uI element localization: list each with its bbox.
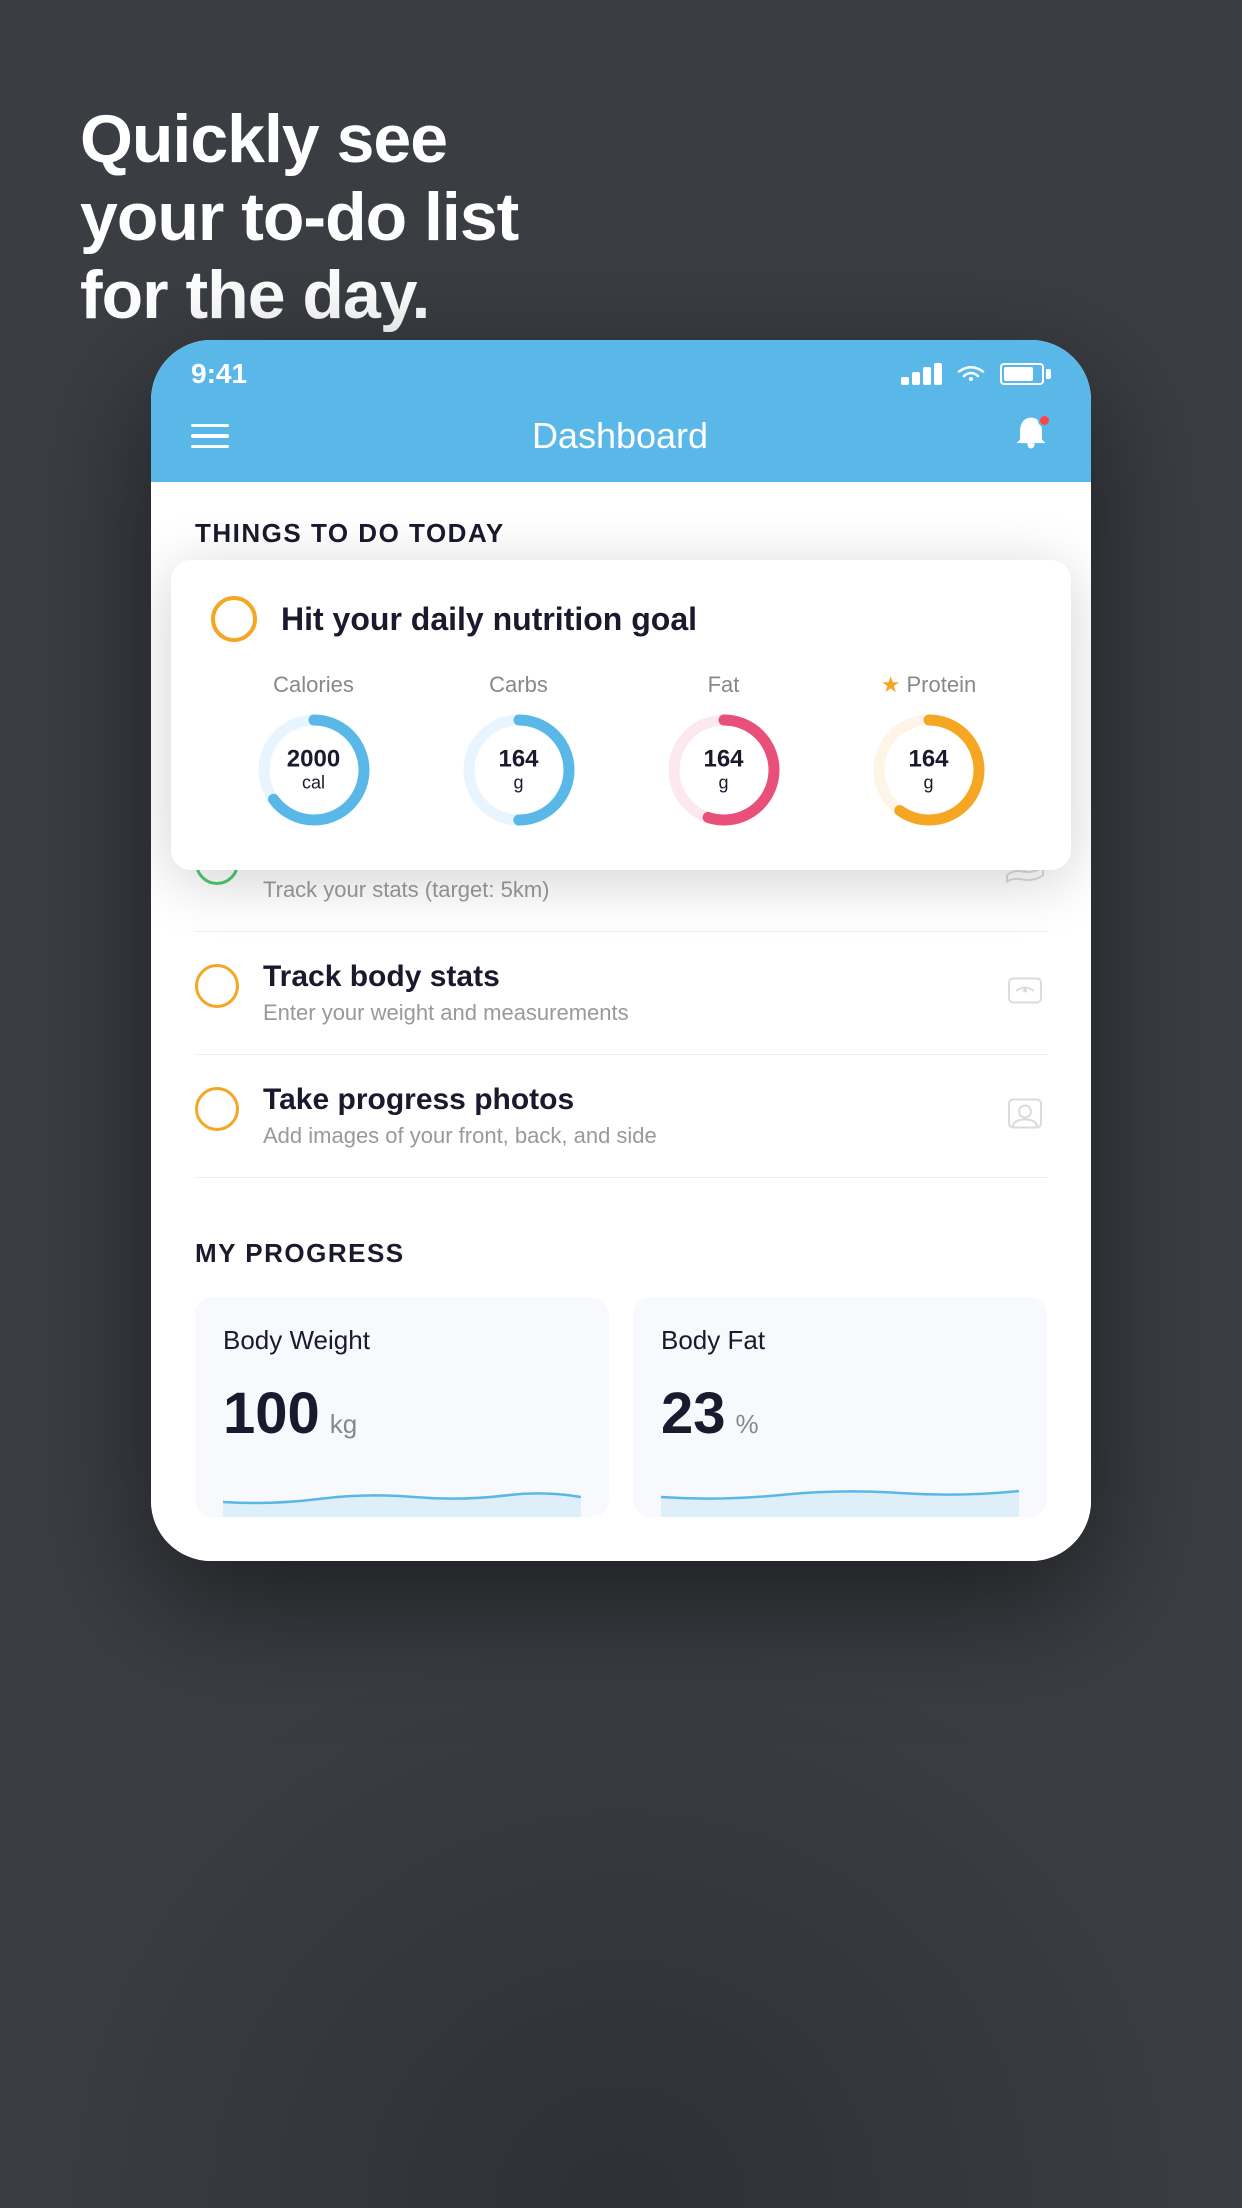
battery-icon	[1000, 363, 1051, 385]
body-fat-card: Body Fat 23 %	[633, 1297, 1047, 1517]
status-time: 9:41	[191, 358, 247, 390]
my-progress-header: MY PROGRESS	[195, 1238, 1047, 1269]
phone-frame: 9:41	[151, 340, 1091, 1561]
status-bar: 9:41	[151, 340, 1091, 398]
calories-unit: cal	[287, 773, 340, 794]
carbs-label: Carbs	[489, 672, 548, 698]
scale-icon	[1003, 969, 1047, 1018]
hero-line1: Quickly see	[80, 101, 447, 177]
hero-line3: for the day.	[80, 257, 429, 333]
fat-label: Fat	[708, 672, 740, 698]
body-stats-check-circle	[195, 964, 239, 1008]
protein-label: Protein	[907, 672, 977, 698]
carbs-ring: 164 g	[459, 710, 579, 830]
hero-line2: your to-do list	[80, 179, 518, 255]
calories-ring: 2000 cal	[254, 710, 374, 830]
fat-value: 164	[703, 746, 743, 772]
running-subtitle: Track your stats (target: 5km)	[263, 877, 1047, 903]
body-weight-chart	[223, 1467, 581, 1517]
nutrition-carbs: Carbs 164 g	[459, 672, 579, 830]
nutrition-fat: Fat 164 g	[664, 672, 784, 830]
body-fat-chart	[661, 1467, 1019, 1517]
body-fat-card-title: Body Fat	[661, 1325, 1019, 1356]
star-icon: ★	[881, 672, 901, 698]
nutrition-card-title: Hit your daily nutrition goal	[281, 601, 697, 638]
status-icons	[901, 363, 1051, 385]
my-progress-section: MY PROGRESS Body Weight 100 kg	[151, 1178, 1091, 1561]
wifi-icon	[956, 363, 986, 385]
todo-item-progress-photos[interactable]: Take progress photos Add images of your …	[195, 1055, 1047, 1178]
nutrition-protein: ★ Protein 164 g	[869, 672, 989, 830]
body-stats-title: Track body stats	[263, 960, 1047, 994]
body-fat-value: 23	[661, 1380, 726, 1447]
body-stats-subtitle: Enter your weight and measurements	[263, 1000, 1047, 1026]
progress-photos-text: Take progress photos Add images of your …	[263, 1083, 1047, 1149]
nav-bar: Dashboard	[151, 398, 1091, 482]
hamburger-menu[interactable]	[191, 424, 229, 449]
body-weight-value: 100	[223, 1380, 320, 1447]
things-to-do-header: THINGS TO DO TODAY	[151, 482, 1091, 569]
body-weight-card: Body Weight 100 kg	[195, 1297, 609, 1517]
card-title-row: Hit your daily nutrition goal	[211, 596, 1031, 642]
content-area: THINGS TO DO TODAY Hit your daily nutrit…	[151, 482, 1091, 1561]
signal-icon	[901, 363, 942, 385]
person-icon	[1003, 1092, 1047, 1141]
protein-unit: g	[908, 773, 948, 794]
nutrition-card: Hit your daily nutrition goal Calories 2…	[171, 560, 1071, 870]
progress-grid: Body Weight 100 kg Body Fat	[195, 1297, 1047, 1517]
body-fat-unit: %	[736, 1409, 759, 1440]
body-weight-value-row: 100 kg	[223, 1380, 581, 1447]
progress-photos-subtitle: Add images of your front, back, and side	[263, 1123, 1047, 1149]
protein-label-row: ★ Protein	[881, 672, 976, 698]
nutrition-check-circle[interactable]	[211, 596, 257, 642]
progress-photos-check-circle	[195, 1087, 239, 1131]
progress-photos-title: Take progress photos	[263, 1083, 1047, 1117]
notification-dot	[1038, 414, 1051, 427]
body-stats-text: Track body stats Enter your weight and m…	[263, 960, 1047, 1026]
protein-value: 164	[908, 746, 948, 772]
calories-value: 2000	[287, 746, 340, 772]
calories-label: Calories	[273, 672, 354, 698]
nav-title: Dashboard	[532, 415, 708, 457]
body-fat-value-row: 23 %	[661, 1380, 1019, 1447]
body-weight-card-title: Body Weight	[223, 1325, 581, 1356]
carbs-value: 164	[498, 746, 538, 772]
fat-ring: 164 g	[664, 710, 784, 830]
fat-unit: g	[703, 773, 743, 794]
nutrition-calories: Calories 2000 cal	[254, 672, 374, 830]
body-weight-unit: kg	[330, 1409, 357, 1440]
todo-item-body-stats[interactable]: Track body stats Enter your weight and m…	[195, 932, 1047, 1055]
carbs-unit: g	[498, 773, 538, 794]
hero-text: Quickly see your to-do list for the day.	[80, 100, 518, 335]
nutrition-grid: Calories 2000 cal Carbs	[211, 672, 1031, 830]
bell-icon[interactable]	[1011, 414, 1051, 458]
protein-ring: 164 g	[869, 710, 989, 830]
